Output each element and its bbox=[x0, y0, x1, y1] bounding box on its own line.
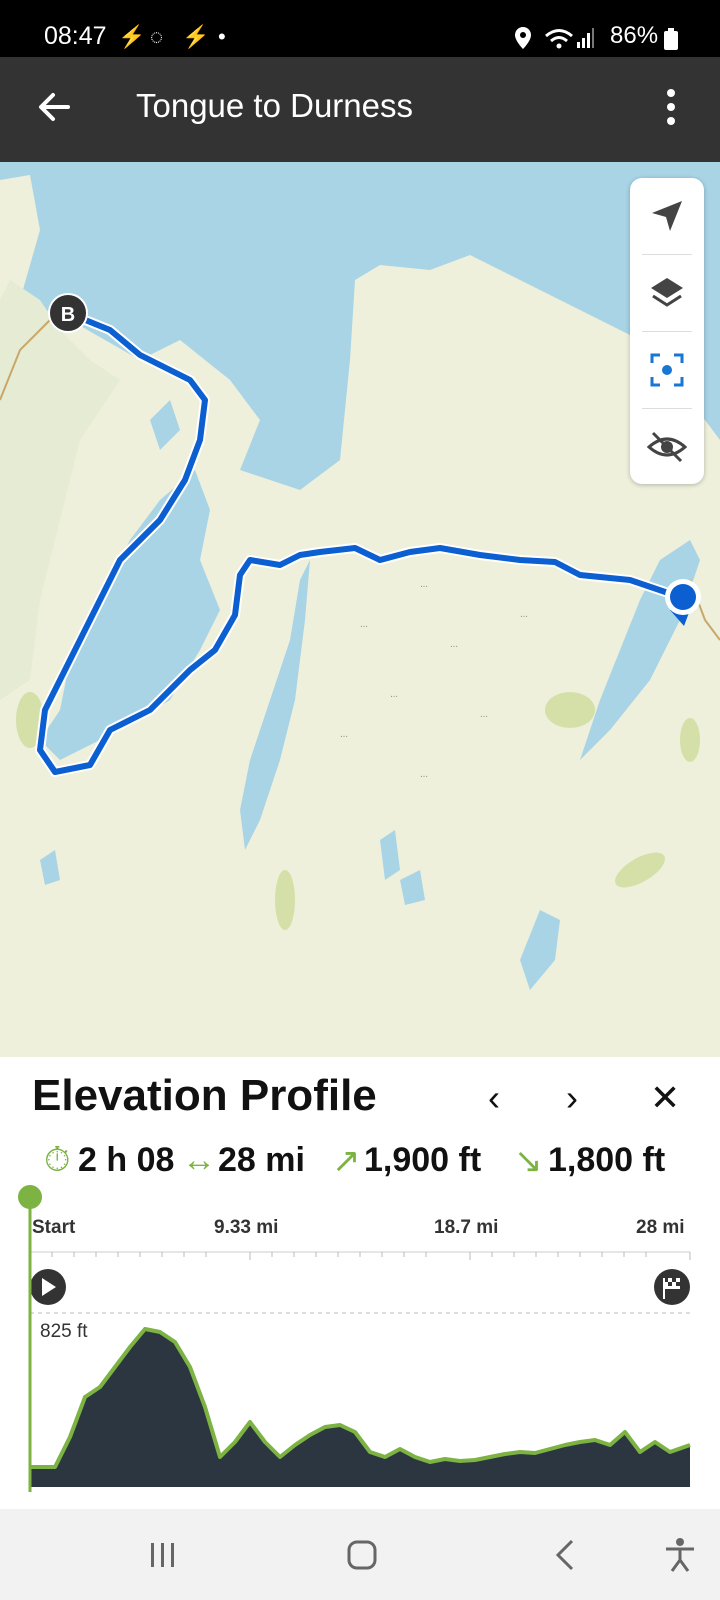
svg-text:ᐧᐧᐧ: ᐧᐧᐧ bbox=[450, 642, 458, 653]
focus-icon bbox=[650, 353, 684, 387]
elevation-panel: Elevation Profile ‹ › ✕ ⏱ 2 h 08 ↔ 28 mi… bbox=[0, 1057, 720, 1509]
battery-icon bbox=[664, 28, 678, 50]
back-icon[interactable] bbox=[546, 1535, 586, 1575]
page-title: Tongue to Durness bbox=[136, 87, 414, 124]
navigate-icon bbox=[652, 201, 682, 231]
svg-text:ᐧᐧᐧ: ᐧᐧᐧ bbox=[340, 732, 348, 743]
app-bar: Tongue to Durness bbox=[0, 57, 720, 162]
activity-icon: ⚡ bbox=[118, 24, 146, 49]
recent-apps-icon[interactable] bbox=[142, 1535, 182, 1575]
elevation-chart[interactable]: 825 ft bbox=[0, 1057, 720, 1509]
navigate-button[interactable] bbox=[630, 178, 704, 254]
dot-icon: • bbox=[218, 24, 226, 49]
battery-percent: 86% bbox=[610, 22, 659, 49]
activity-icon: ⚡ bbox=[182, 24, 210, 49]
arrow-left-icon[interactable] bbox=[34, 87, 74, 127]
svg-text:ᐧᐧᐧ: ᐧᐧᐧ bbox=[360, 622, 368, 633]
location-icon bbox=[515, 27, 531, 49]
map-controls bbox=[630, 178, 704, 484]
accessibility-icon[interactable] bbox=[660, 1535, 700, 1575]
status-time: 08:47 bbox=[44, 22, 107, 50]
svg-text:ᐧᐧᐧ: ᐧᐧᐧ bbox=[480, 712, 488, 723]
max-elevation-label: 825 ft bbox=[40, 1321, 88, 1342]
signal-icon bbox=[577, 28, 594, 48]
finish-flag-icon bbox=[654, 1269, 690, 1305]
position-handle[interactable] bbox=[18, 1185, 42, 1209]
end-marker-label: B bbox=[61, 304, 75, 326]
home-icon[interactable] bbox=[342, 1535, 382, 1575]
map-view[interactable]: ᐧᐧᐧ ᐧᐧᐧ ᐧᐧᐧ ᐧᐧᐧ ᐧᐧᐧ ᐧᐧᐧ ᐧᐧᐧ ᐧᐧᐧ ᐧᐧᐧ ᐧᐧᐧ B bbox=[0, 162, 720, 1057]
focus-button[interactable] bbox=[630, 332, 704, 408]
svg-text:ᐧᐧᐧ: ᐧᐧᐧ bbox=[420, 772, 428, 783]
start-flag-icon bbox=[30, 1269, 66, 1305]
visibility-button[interactable] bbox=[630, 409, 704, 485]
layers-button[interactable] bbox=[630, 255, 704, 331]
wifi-icon bbox=[545, 29, 573, 49]
layers-icon bbox=[651, 278, 683, 307]
svg-text:ᐧᐧᐧ: ᐧᐧᐧ bbox=[520, 612, 528, 623]
system-nav-bar bbox=[0, 1509, 720, 1600]
more-vert-icon[interactable] bbox=[664, 87, 678, 127]
svg-text:ᐧᐧᐧ: ᐧᐧᐧ bbox=[390, 692, 398, 703]
whatsapp-icon: ◌ bbox=[150, 24, 164, 49]
visibility-off-icon bbox=[647, 431, 687, 463]
svg-text:ᐧᐧᐧ: ᐧᐧᐧ bbox=[420, 582, 428, 593]
map-canvas[interactable]: ᐧᐧᐧᐧᐧᐧ ᐧᐧᐧᐧᐧᐧ ᐧᐧᐧᐧᐧᐧ ᐧᐧᐧᐧᐧᐧ ᐧᐧᐧᐧᐧᐧ B bbox=[0, 162, 720, 1057]
end-marker[interactable]: B bbox=[48, 293, 88, 333]
